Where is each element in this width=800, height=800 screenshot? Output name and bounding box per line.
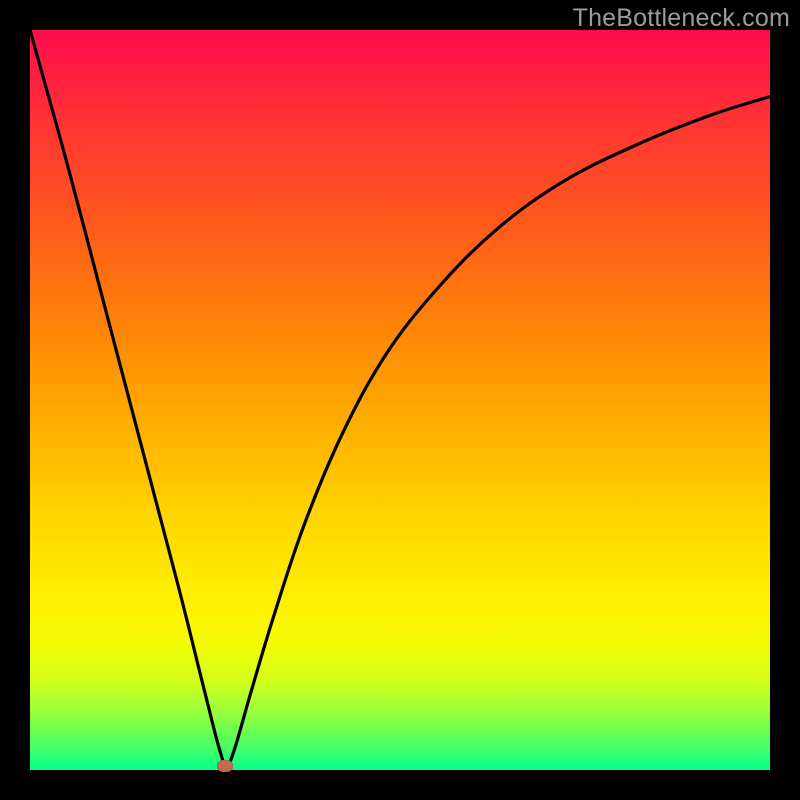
watermark-text: TheBottleneck.com	[573, 4, 790, 33]
plot-area	[30, 30, 770, 770]
curve-svg	[30, 30, 770, 770]
bottleneck-curve	[30, 30, 770, 769]
optimum-marker	[217, 760, 233, 772]
chart-frame: TheBottleneck.com	[0, 0, 800, 800]
